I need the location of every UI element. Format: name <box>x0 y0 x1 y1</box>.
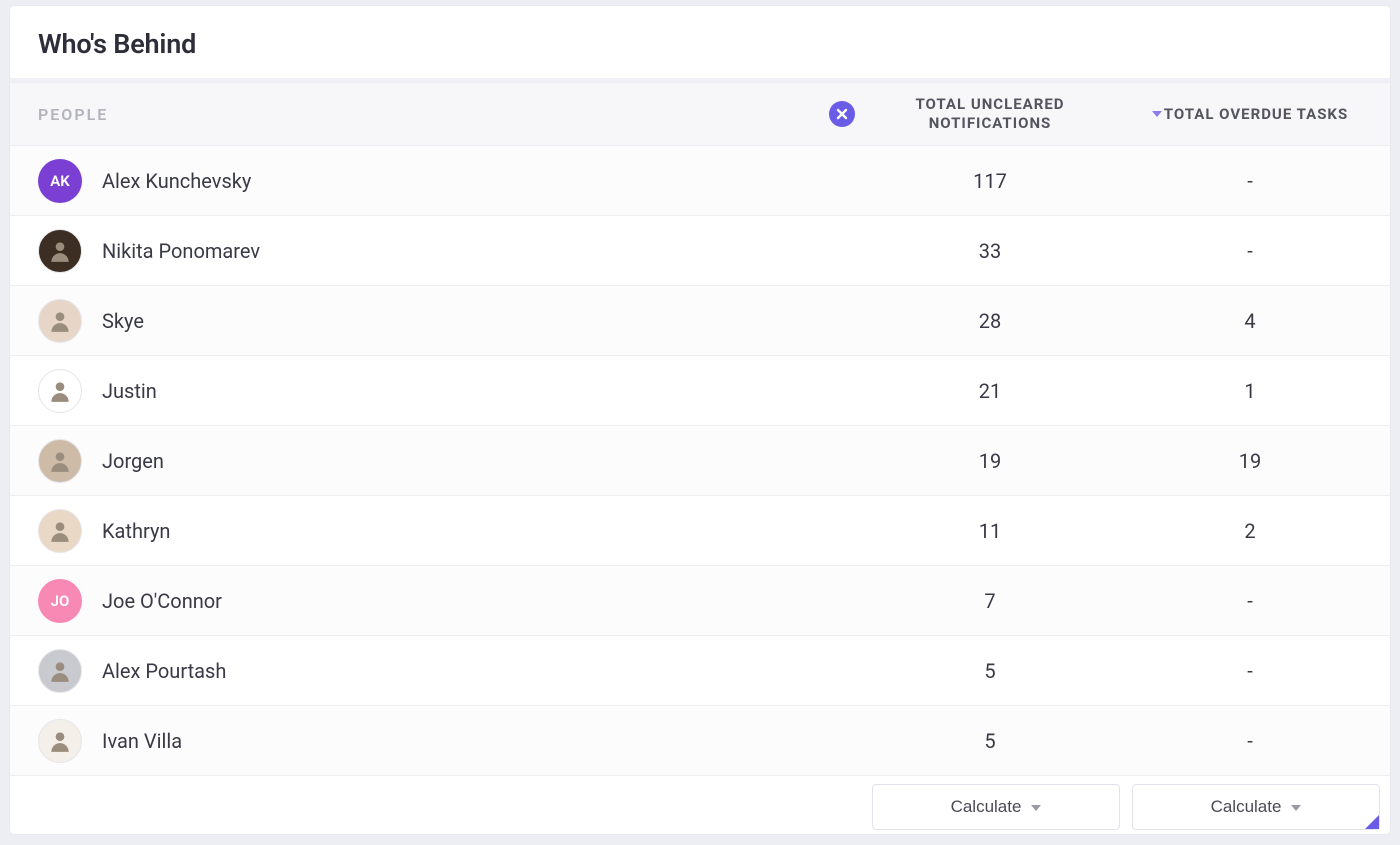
card-header: Who's Behind <box>10 6 1390 82</box>
person-icon <box>47 378 73 404</box>
cell-overdue-tasks: - <box>1120 729 1380 753</box>
avatar[interactable]: JO <box>38 579 82 623</box>
column-header-overdue[interactable]: TOTAL OVERDUE TASKS <box>1120 105 1380 124</box>
cell-uncleared-notifications: 117 <box>860 169 1120 193</box>
calculate-overdue-button[interactable]: Calculate <box>1132 784 1380 830</box>
column-header-people[interactable]: PEOPLE <box>38 105 824 124</box>
chevron-down-icon <box>1291 805 1301 811</box>
person-icon <box>47 658 73 684</box>
table-row[interactable]: JO Joe O'Connor 7- <box>10 566 1390 636</box>
cell-uncleared-notifications: 19 <box>860 449 1120 473</box>
person-name: Jorgen <box>102 449 824 473</box>
person-name: Alex Pourtash <box>102 659 824 683</box>
calculate-label: Calculate <box>1211 797 1282 817</box>
cell-uncleared-notifications: 28 <box>860 309 1120 333</box>
table-header-row: PEOPLE TOTAL UNCLEARED NOTIFICATIONS TOT… <box>10 82 1390 146</box>
person-name: Skye <box>102 309 824 333</box>
person-icon <box>47 518 73 544</box>
cell-overdue-tasks: - <box>1120 589 1380 613</box>
cell-overdue-tasks: - <box>1120 659 1380 683</box>
calculate-label: Calculate <box>951 797 1022 817</box>
avatar-initials: JO <box>51 592 70 610</box>
person-name: Alex Kunchevsky <box>102 169 824 193</box>
cell-uncleared-notifications: 5 <box>860 659 1120 683</box>
person-name: Nikita Ponomarev <box>102 239 824 263</box>
cell-overdue-tasks: - <box>1120 239 1380 263</box>
chevron-down-icon <box>1031 805 1041 811</box>
table-row[interactable]: Kathryn 112 <box>10 496 1390 566</box>
table-row[interactable]: Skye 284 <box>10 286 1390 356</box>
cell-uncleared-notifications: 11 <box>860 519 1120 543</box>
table-row[interactable]: Alex Pourtash 5- <box>10 636 1390 706</box>
table-footer: Calculate Calculate <box>872 784 1390 834</box>
person-icon <box>47 728 73 754</box>
person-name: Justin <box>102 379 824 403</box>
clear-filter-button[interactable] <box>829 101 855 127</box>
cell-overdue-tasks: 19 <box>1120 449 1380 473</box>
table-body: AKAlex Kunchevsky117-Nikita Ponomarev33-… <box>10 146 1390 776</box>
cell-overdue-tasks: 4 <box>1120 309 1380 333</box>
cell-uncleared-notifications: 7 <box>860 589 1120 613</box>
table-row[interactable]: AK Alex Kunchevsky 117- <box>10 146 1390 216</box>
avatar-initials: AK <box>50 172 70 190</box>
person-name: Ivan Villa <box>102 729 824 753</box>
avatar[interactable] <box>38 299 82 343</box>
table-row[interactable]: Justin 211 <box>10 356 1390 426</box>
calculate-notifications-button[interactable]: Calculate <box>872 784 1120 830</box>
cell-overdue-tasks: - <box>1120 169 1380 193</box>
cell-uncleared-notifications: 21 <box>860 379 1120 403</box>
column-header-overdue-label: TOTAL OVERDUE TASKS <box>1164 105 1348 124</box>
person-icon <box>47 448 73 474</box>
sort-desc-icon <box>1152 111 1162 117</box>
cell-overdue-tasks: 1 <box>1120 379 1380 403</box>
column-header-notifications[interactable]: TOTAL UNCLEARED NOTIFICATIONS <box>860 95 1120 133</box>
cell-uncleared-notifications: 33 <box>860 239 1120 263</box>
resize-handle-icon[interactable] <box>1365 815 1379 829</box>
avatar[interactable] <box>38 649 82 693</box>
clear-filter-wrap <box>824 101 860 127</box>
column-header-notifications-label: TOTAL UNCLEARED NOTIFICATIONS <box>860 95 1120 133</box>
avatar[interactable] <box>38 509 82 553</box>
close-x-icon <box>836 108 848 120</box>
avatar[interactable] <box>38 229 82 273</box>
whos-behind-card: Who's Behind PEOPLE TOTAL UNCLEARED NOTI… <box>10 6 1390 834</box>
person-icon <box>47 238 73 264</box>
cell-uncleared-notifications: 5 <box>860 729 1120 753</box>
avatar[interactable] <box>38 439 82 483</box>
cell-overdue-tasks: 2 <box>1120 519 1380 543</box>
person-name: Kathryn <box>102 519 824 543</box>
avatar[interactable] <box>38 369 82 413</box>
avatar[interactable] <box>38 719 82 763</box>
person-icon <box>47 308 73 334</box>
table-row[interactable]: Ivan Villa 5- <box>10 706 1390 776</box>
table-row[interactable]: Jorgen 1919 <box>10 426 1390 496</box>
avatar[interactable]: AK <box>38 159 82 203</box>
table-row[interactable]: Nikita Ponomarev 33- <box>10 216 1390 286</box>
card-title: Who's Behind <box>38 28 1362 60</box>
person-name: Joe O'Connor <box>102 589 824 613</box>
